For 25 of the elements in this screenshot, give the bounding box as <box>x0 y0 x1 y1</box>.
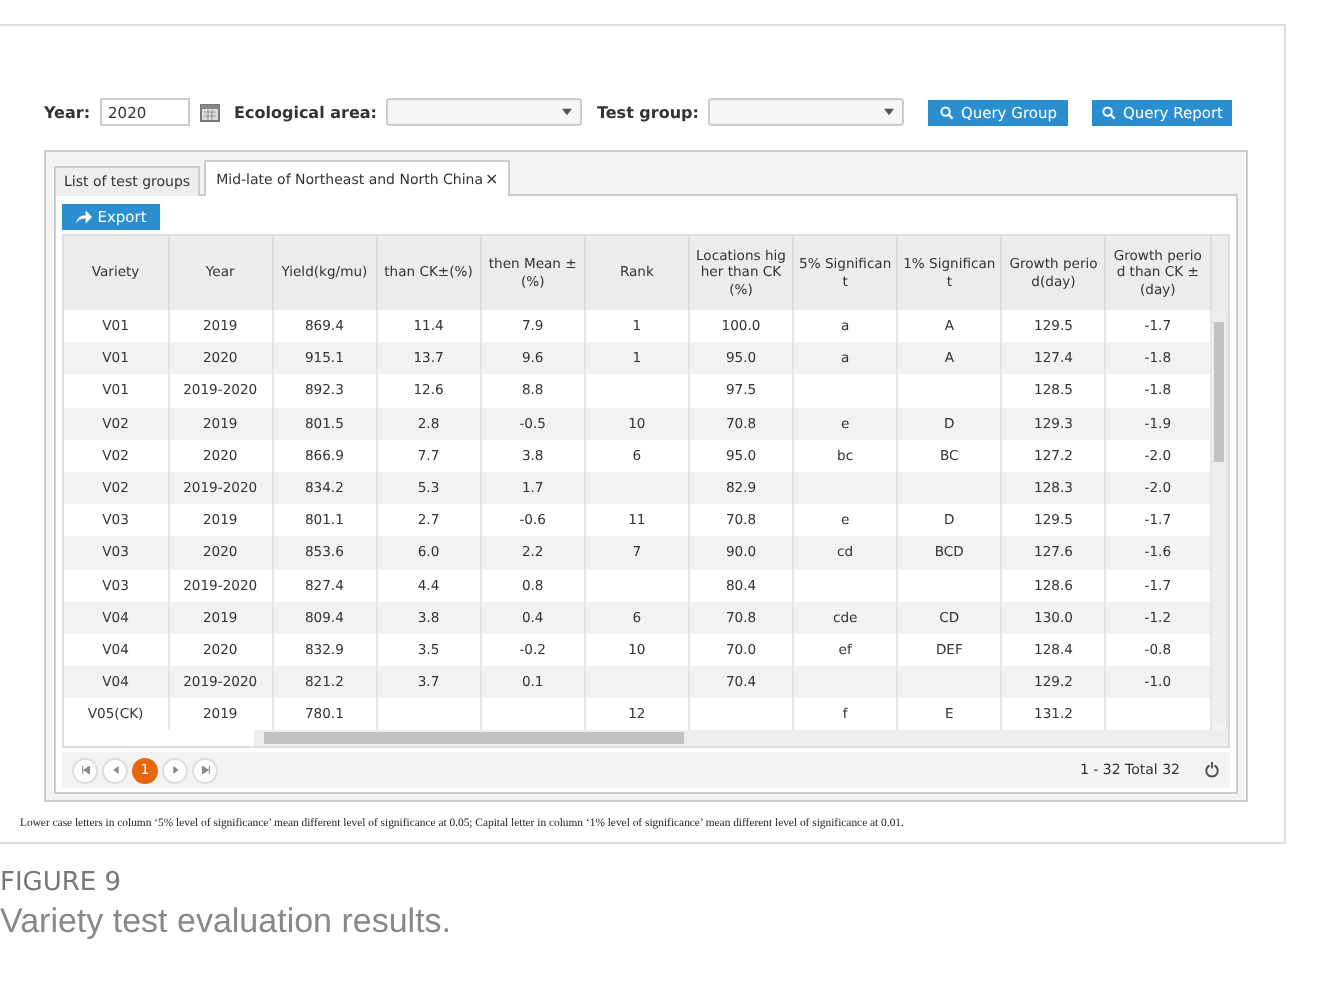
table-cell <box>793 471 898 505</box>
table-cell <box>584 666 689 699</box>
arrow-icon <box>75 210 92 224</box>
year-label: Year: <box>44 103 91 121</box>
caret-icon <box>884 108 895 116</box>
search-icon <box>1102 105 1117 119</box>
table-cell <box>584 471 689 505</box>
group-dropdown[interactable] <box>708 98 905 126</box>
figure-caption: Variety test evaluation results. <box>0 902 454 943</box>
area-dropdown[interactable] <box>386 98 583 126</box>
table-cell <box>793 666 898 699</box>
first-page-icon[interactable] <box>72 757 98 784</box>
figure-label: FIGURE 9 <box>0 868 124 899</box>
next-page-icon[interactable] <box>162 757 188 784</box>
horizontal-scrollbar[interactable] <box>254 730 1228 747</box>
group-label: Test group: <box>596 103 699 121</box>
previous-page-icon[interactable] <box>102 757 128 784</box>
close-icon[interactable]: × <box>485 170 499 188</box>
last-page-icon[interactable] <box>192 757 218 784</box>
search-icon <box>940 105 955 119</box>
table-cell <box>897 666 1002 699</box>
calendar-icon[interactable] <box>200 102 221 122</box>
table-cell <box>897 471 1002 505</box>
caret-icon <box>562 108 573 116</box>
area-label: Ecological area: <box>234 103 377 121</box>
